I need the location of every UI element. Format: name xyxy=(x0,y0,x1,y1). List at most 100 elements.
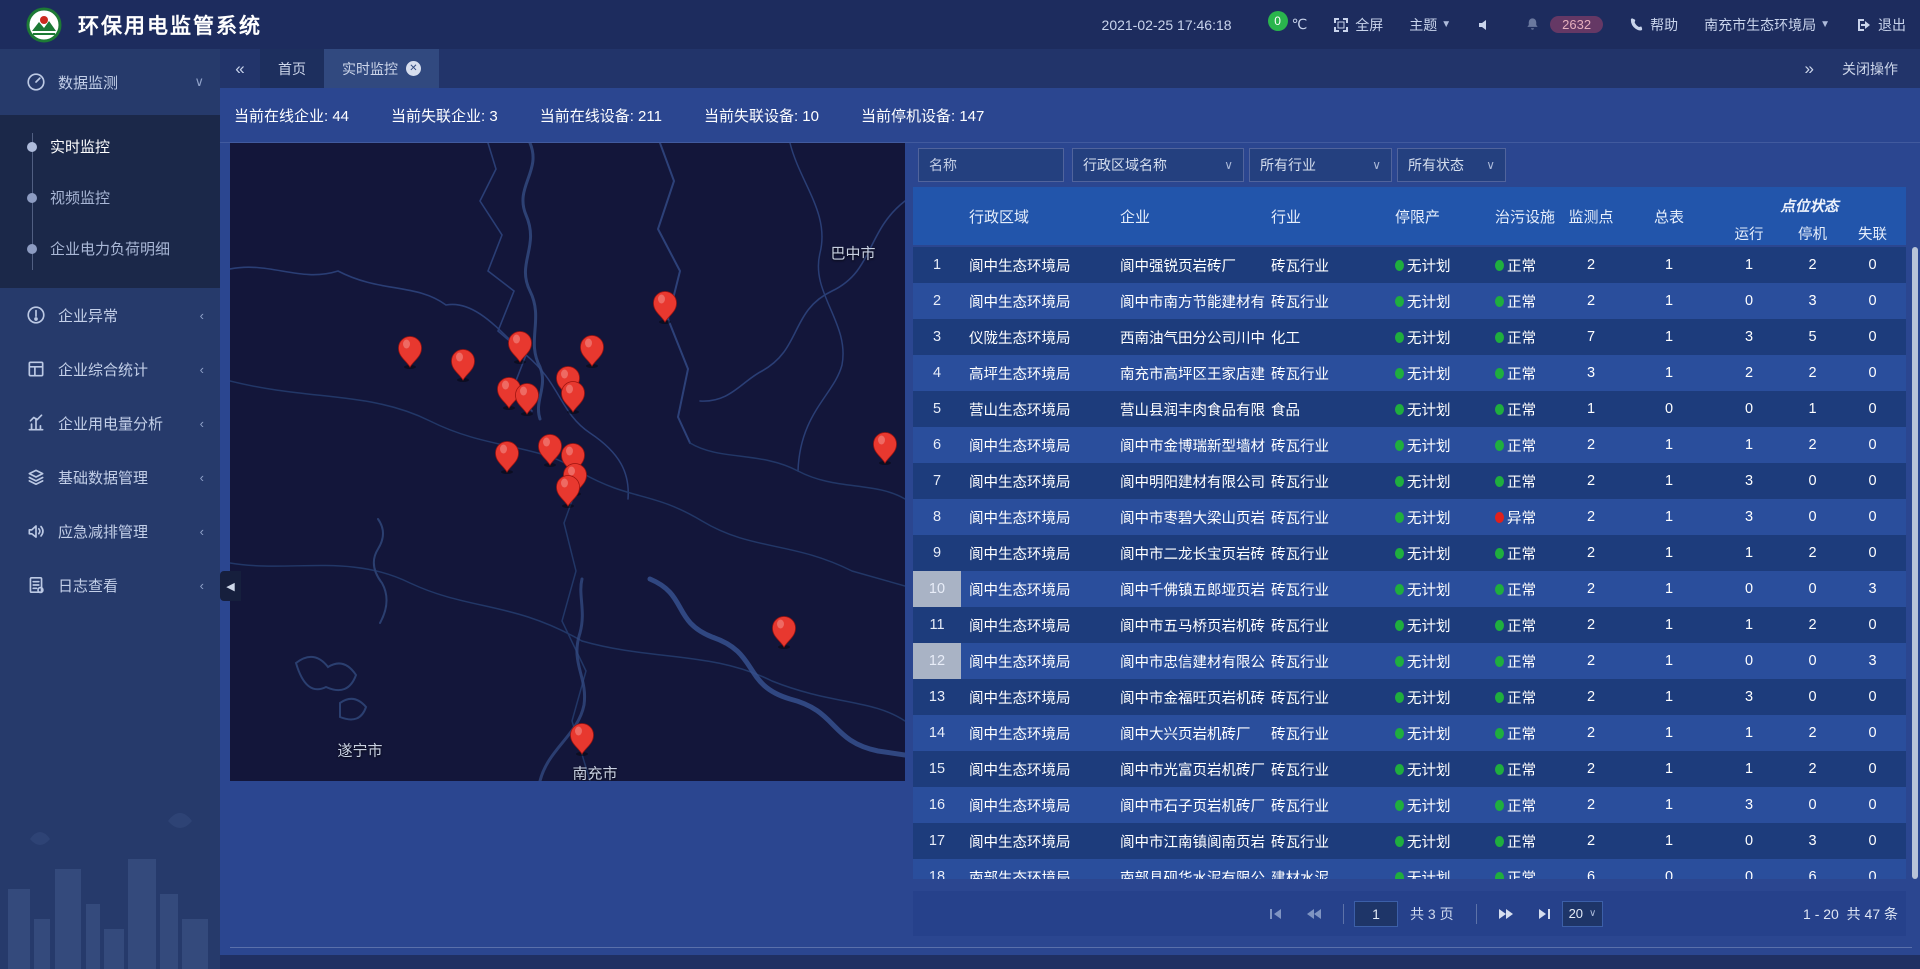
sidebar-submenu: 实时监控视频监控企业电力负荷明细 xyxy=(0,115,220,288)
fullscreen-button[interactable]: 全屏 xyxy=(1333,15,1383,35)
cell-company: 阆中市金福旺页岩机砖 xyxy=(1111,679,1266,715)
map-pin[interactable] xyxy=(397,335,423,369)
table-row[interactable]: 2阆中生态环境局阆中市南方节能建材有砖瓦行业无计划正常21030 xyxy=(913,283,1906,319)
mute-button[interactable] xyxy=(1477,17,1499,33)
map-pin[interactable] xyxy=(450,348,476,382)
name-filter[interactable] xyxy=(918,148,1064,182)
sidebar-nav: 数据监测∨实时监控视频监控企业电力负荷明细企业异常‹企业综合统计‹企业用电量分析… xyxy=(0,49,220,969)
prev-page-button[interactable] xyxy=(1305,906,1323,922)
sidebar-subitem-企业电力负荷明细[interactable]: 企业电力负荷明细 xyxy=(0,223,220,274)
sidebar-item-数据监测[interactable]: 数据监测∨ xyxy=(0,49,220,115)
column-header-企业[interactable]: 企业 xyxy=(1111,187,1266,245)
sidebar-item-企业综合统计[interactable]: 企业综合统计‹ xyxy=(0,342,220,396)
cell-value: 2 xyxy=(1557,715,1625,751)
first-page-button[interactable] xyxy=(1268,906,1285,922)
table-row[interactable]: 10阆中生态环境局阆中千佛镇五郎垭页岩砖瓦行业无计划正常21003 xyxy=(913,571,1906,607)
map-panel[interactable]: 巴中市南充市遂宁市 xyxy=(230,143,905,781)
phone-icon xyxy=(1629,17,1644,32)
table-row[interactable]: 15阆中生态环境局阆中市光富页岩机砖厂砖瓦行业无计划正常21120 xyxy=(913,751,1906,787)
city-label-巴中市: 巴中市 xyxy=(830,243,875,264)
map-pin[interactable] xyxy=(555,474,581,508)
sidebar-subitem-实时监控[interactable]: 实时监控 xyxy=(0,121,220,172)
map-pin[interactable] xyxy=(569,722,595,756)
industry-filter-select[interactable]: 所有行业 ∨ xyxy=(1249,148,1392,182)
table-row[interactable]: 6阆中生态环境局阆中市金博瑞新型墙材砖瓦行业无计划正常21120 xyxy=(913,427,1906,463)
table-row[interactable]: 1阆中生态环境局阆中强锐页岩砖厂砖瓦行业无计划正常21120 xyxy=(913,247,1906,283)
map-pin[interactable] xyxy=(872,431,898,465)
help-button[interactable]: 帮助 xyxy=(1629,15,1678,35)
map-pin[interactable] xyxy=(507,330,533,364)
column-header-停机[interactable]: 停机 xyxy=(1785,223,1840,244)
column-header-行业[interactable]: 行业 xyxy=(1266,187,1384,245)
page-number-input[interactable] xyxy=(1354,901,1398,927)
sidebar-item-企业异常[interactable]: 企业异常‹ xyxy=(0,288,220,342)
column-header-治污设施[interactable]: 治污设施 xyxy=(1481,187,1557,245)
cell-production-label: 无计划 xyxy=(1407,615,1451,636)
map-pin[interactable] xyxy=(494,440,520,474)
tab-bar: « 首页实时监控✕ » 关闭操作 xyxy=(220,49,1920,88)
table-row[interactable]: 12阆中生态环境局阆中市忠信建材有限公砖瓦行业无计划正常21003 xyxy=(913,643,1906,679)
region-filter-select[interactable]: 行政区域名称 ∨ xyxy=(1072,148,1244,182)
chevron-left-icon: ‹ xyxy=(200,416,204,431)
sidebar-item-日志查看[interactable]: 日志查看‹ xyxy=(0,558,220,612)
sidebar-item-应急减排管理[interactable]: 应急减排管理‹ xyxy=(0,504,220,558)
map-pin[interactable] xyxy=(771,615,797,649)
cell-production-status: 无计划 xyxy=(1384,535,1481,571)
table-row[interactable]: 7阆中生态环境局阆中明阳建材有限公司砖瓦行业无计划正常21300 xyxy=(913,463,1906,499)
org-user-dropdown[interactable]: 南充市生态环境局 ▼ xyxy=(1704,15,1830,35)
cell-value: 0 xyxy=(1840,463,1905,499)
cell-production-label: 无计划 xyxy=(1407,291,1451,312)
tabs-scroll-right-button[interactable]: » xyxy=(1805,59,1814,79)
row-index: 5 xyxy=(913,391,961,427)
table-scrollbar[interactable] xyxy=(1912,247,1918,879)
column-header-监测点[interactable]: 监测点 xyxy=(1557,187,1625,245)
column-header-总表[interactable]: 总表 xyxy=(1625,187,1713,245)
notifications[interactable]: 2632 xyxy=(1525,16,1603,33)
tab-首页[interactable]: 首页 xyxy=(260,49,324,88)
cell-production-label: 无计划 xyxy=(1407,759,1451,780)
sidebar-item-基础数据管理[interactable]: 基础数据管理‹ xyxy=(0,450,220,504)
tab-实时监控[interactable]: 实时监控✕ xyxy=(324,49,439,88)
logout-button[interactable]: 退出 xyxy=(1856,15,1906,35)
cell-facility-label: 正常 xyxy=(1507,435,1536,456)
tabs-scroll-left-button[interactable]: « xyxy=(220,49,260,88)
page-size-select[interactable]: 20 ∨ xyxy=(1562,901,1604,927)
table-row[interactable]: 16阆中生态环境局阆中市石子页岩机砖厂砖瓦行业无计划正常21300 xyxy=(913,787,1906,823)
table-row[interactable]: 13阆中生态环境局阆中市金福旺页岩机砖砖瓦行业无计划正常21300 xyxy=(913,679,1906,715)
column-header-停限产[interactable]: 停限产 xyxy=(1384,187,1481,245)
sidebar-item-企业用电量分析[interactable]: 企业用电量分析‹ xyxy=(0,396,220,450)
table-row[interactable]: 17阆中生态环境局阆中市江南镇阆南页岩砖瓦行业无计划正常21030 xyxy=(913,823,1906,859)
status-filter-select[interactable]: 所有状态 ∨ xyxy=(1397,148,1506,182)
status-dot-icon xyxy=(1395,584,1404,595)
chevron-left-icon: ‹ xyxy=(200,362,204,377)
close-operations-dropdown[interactable]: 关闭操作 xyxy=(1842,59,1898,79)
status-dot-icon xyxy=(1495,800,1504,811)
tab-close-icon[interactable]: ✕ xyxy=(406,61,421,76)
column-header-失联[interactable]: 失联 xyxy=(1840,223,1905,244)
table-row[interactable]: 9阆中生态环境局阆中市二龙长宝页岩砖砖瓦行业无计划正常21120 xyxy=(913,535,1906,571)
cell-production-status: 无计划 xyxy=(1384,715,1481,751)
map-pin[interactable] xyxy=(514,382,540,416)
table-row[interactable]: 18南部生态环境局南部县砚华水泥有限公建材水泥无计划正常60060 xyxy=(913,859,1906,879)
table-row[interactable]: 8阆中生态环境局阆中市枣碧大梁山页岩砖瓦行业无计划异常21300 xyxy=(913,499,1906,535)
map-pin[interactable] xyxy=(579,334,605,368)
cell-industry: 砖瓦行业 xyxy=(1266,427,1384,463)
theme-dropdown[interactable]: 主题 ▼ xyxy=(1409,15,1451,35)
cell-value: 1 xyxy=(1625,247,1713,283)
map-pin[interactable] xyxy=(652,290,678,324)
table-row[interactable]: 5营山生态环境局营山县润丰肉食品有限食品无计划正常10010 xyxy=(913,391,1906,427)
status-dot-icon xyxy=(1495,404,1504,415)
name-filter-input[interactable] xyxy=(929,157,1053,173)
column-header-行政区域[interactable]: 行政区域 xyxy=(961,187,1111,245)
column-header-运行[interactable]: 运行 xyxy=(1713,223,1785,244)
cell-value: 1 xyxy=(1625,499,1713,535)
table-row[interactable]: 3仪陇生态环境局西南油气田分公司川中化工无计划正常71350 xyxy=(913,319,1906,355)
table-row[interactable]: 4高坪生态环境局南充市高坪区王家店建砖瓦行业无计划正常31220 xyxy=(913,355,1906,391)
map-pin[interactable] xyxy=(560,380,586,414)
sidebar-subitem-视频监控[interactable]: 视频监控 xyxy=(0,172,220,223)
table-row[interactable]: 11阆中生态环境局阆中市五马桥页岩机砖砖瓦行业无计划正常21120 xyxy=(913,607,1906,643)
map-collapse-button[interactable]: ◀ xyxy=(220,571,241,601)
last-page-button[interactable] xyxy=(1535,906,1552,922)
table-row[interactable]: 14阆中生态环境局阆中大兴页岩机砖厂砖瓦行业无计划正常21120 xyxy=(913,715,1906,751)
next-page-button[interactable] xyxy=(1497,906,1515,922)
